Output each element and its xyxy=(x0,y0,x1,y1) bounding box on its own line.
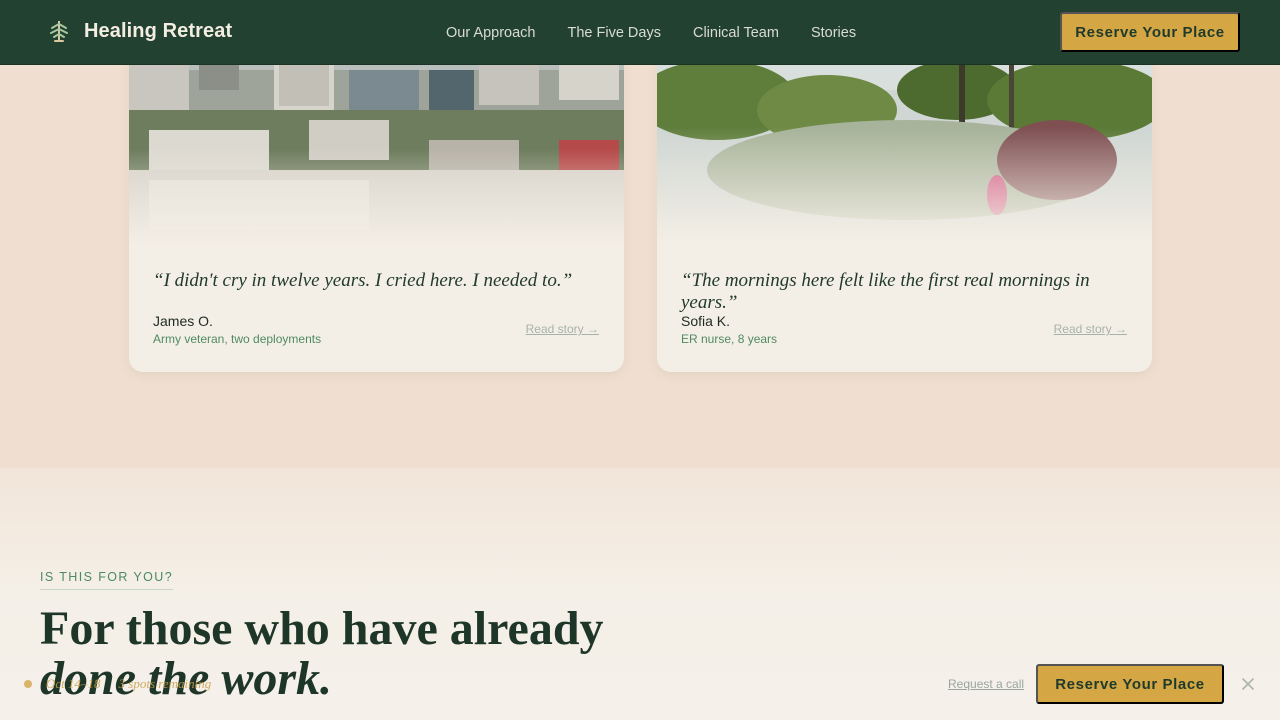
reserve-place-button[interactable]: Reserve Your Place xyxy=(1060,12,1240,52)
nav-link-clinical-team[interactable]: Clinical Team xyxy=(693,25,779,41)
sticky-reserve-button[interactable]: Reserve Your Place xyxy=(1036,664,1224,704)
read-story-link[interactable]: Read story → xyxy=(526,322,599,336)
availability-text: Oct 14–18 3 spots remaining xyxy=(46,676,229,692)
status-dot xyxy=(24,680,32,688)
nav-link-our-approach[interactable]: Our Approach xyxy=(446,25,535,41)
request-call-link[interactable]: Request a call xyxy=(948,677,1024,691)
availability-notice: Oct 14–18 3 spots remaining xyxy=(24,676,229,692)
retreat-dates: Oct 14–18 xyxy=(46,676,101,691)
story-card: “I didn't cry in twelve years. I cried h… xyxy=(129,30,624,372)
spots-remaining: 3 spots remaining xyxy=(118,676,212,691)
nav-link-five-days[interactable]: The Five Days xyxy=(567,25,660,41)
brand-name: Healing Retreat xyxy=(84,19,233,42)
story-author: Sofia K. xyxy=(681,313,731,329)
story-author-role: Army veteran, two deployments xyxy=(153,332,322,346)
top-nav: Healing Retreat Our Approach The Five Da… xyxy=(0,0,1280,65)
stories-section: “I didn't cry in twelve years. I cried h… xyxy=(0,0,1280,468)
close-icon[interactable] xyxy=(1239,675,1257,693)
tree-icon xyxy=(46,18,72,44)
section-eyebrow: IS THIS FOR YOU? xyxy=(40,570,174,590)
read-story-link[interactable]: Read story → xyxy=(1054,322,1127,336)
story-author: James O. xyxy=(153,313,213,329)
nav-links: Our Approach The Five Days Clinical Team… xyxy=(446,0,888,65)
story-author-role: ER nurse, 8 years xyxy=(681,332,778,346)
nav-link-stories[interactable]: Stories xyxy=(811,25,856,41)
brand[interactable]: Healing Retreat xyxy=(46,18,232,44)
story-quote: “I didn't cry in twelve years. I cried h… xyxy=(153,270,573,291)
story-card: “The mornings here felt like the first r… xyxy=(657,30,1152,372)
story-quote: “The mornings here felt like the first r… xyxy=(681,270,1090,313)
headline-line-1: For those who have already xyxy=(40,602,604,655)
